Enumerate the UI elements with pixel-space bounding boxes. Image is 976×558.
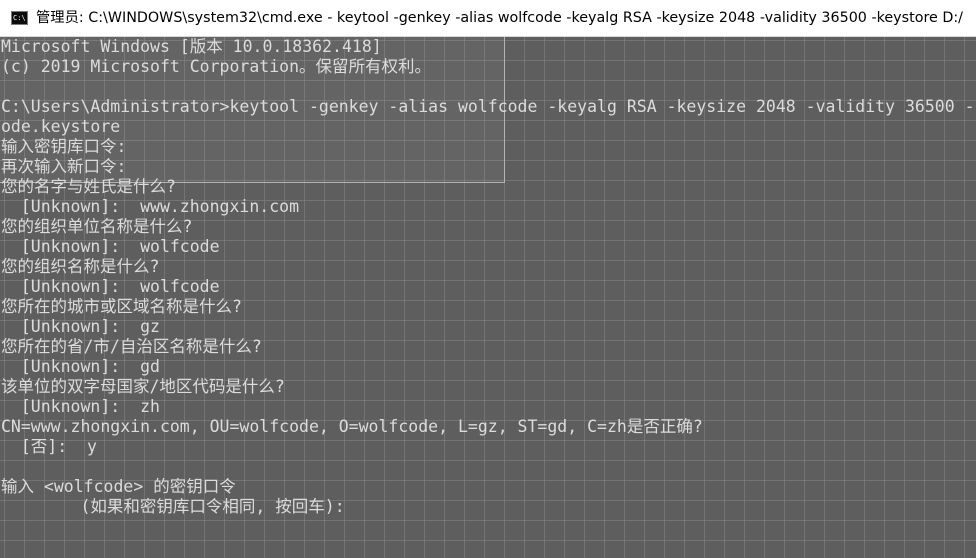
console-line: 输入 <wolfcode> 的密钥口令 bbox=[1, 477, 236, 496]
console-line: [Unknown]: wolfcode bbox=[1, 277, 220, 296]
console-line: 输入密钥库口令: bbox=[1, 137, 127, 156]
console-line: CN=www.zhongxin.com, OU=wolfcode, O=wolf… bbox=[1, 417, 703, 436]
console-line: [Unknown]: gd bbox=[1, 357, 160, 376]
console-line: (如果和密钥库口令相同, 按回车): bbox=[1, 497, 345, 516]
console-line: [否]: y bbox=[1, 437, 97, 456]
console-line: 您的组织单位名称是什么? bbox=[1, 217, 193, 236]
cmd-window: C:\. 管理员: C:\WINDOWS\system32\cmd.exe - … bbox=[0, 0, 976, 558]
title-bar[interactable]: C:\. 管理员: C:\WINDOWS\system32\cmd.exe - … bbox=[0, 0, 976, 37]
console-line: [Unknown]: zh bbox=[1, 397, 160, 416]
console-line: 您的组织名称是什么? bbox=[1, 257, 160, 276]
console-line: C:\Users\Administrator>keytool -genkey -… bbox=[1, 97, 975, 116]
console-line: [Unknown]: wolfcode bbox=[1, 237, 220, 256]
console-line: 您所在的城市或区域名称是什么? bbox=[1, 297, 242, 316]
cmd-app-icon[interactable]: C:\. bbox=[11, 11, 28, 25]
console-line: [Unknown]: www.zhongxin.com bbox=[1, 197, 300, 216]
console-line: 您所在的省/市/自治区名称是什么? bbox=[1, 337, 262, 356]
window-title: 管理员: C:\WINDOWS\system32\cmd.exe - keyto… bbox=[36, 10, 963, 26]
console-line: ode.keystore bbox=[1, 117, 121, 136]
console-area[interactable]: Microsoft Windows [版本 10.0.18362.418] (c)… bbox=[0, 37, 976, 558]
console-line: [Unknown]: gz bbox=[1, 317, 160, 336]
console-output: Microsoft Windows [版本 10.0.18362.418] (c)… bbox=[1, 37, 975, 517]
console-line: 您的名字与姓氏是什么? bbox=[1, 177, 176, 196]
console-line: (c) 2019 Microsoft Corporation。保留所有权利。 bbox=[1, 57, 432, 76]
console-line: 再次输入新口令: bbox=[1, 157, 127, 176]
console-line: 该单位的双字母国家/地区代码是什么? bbox=[1, 377, 285, 396]
console-line: Microsoft Windows [版本 10.0.18362.418] bbox=[1, 37, 382, 56]
